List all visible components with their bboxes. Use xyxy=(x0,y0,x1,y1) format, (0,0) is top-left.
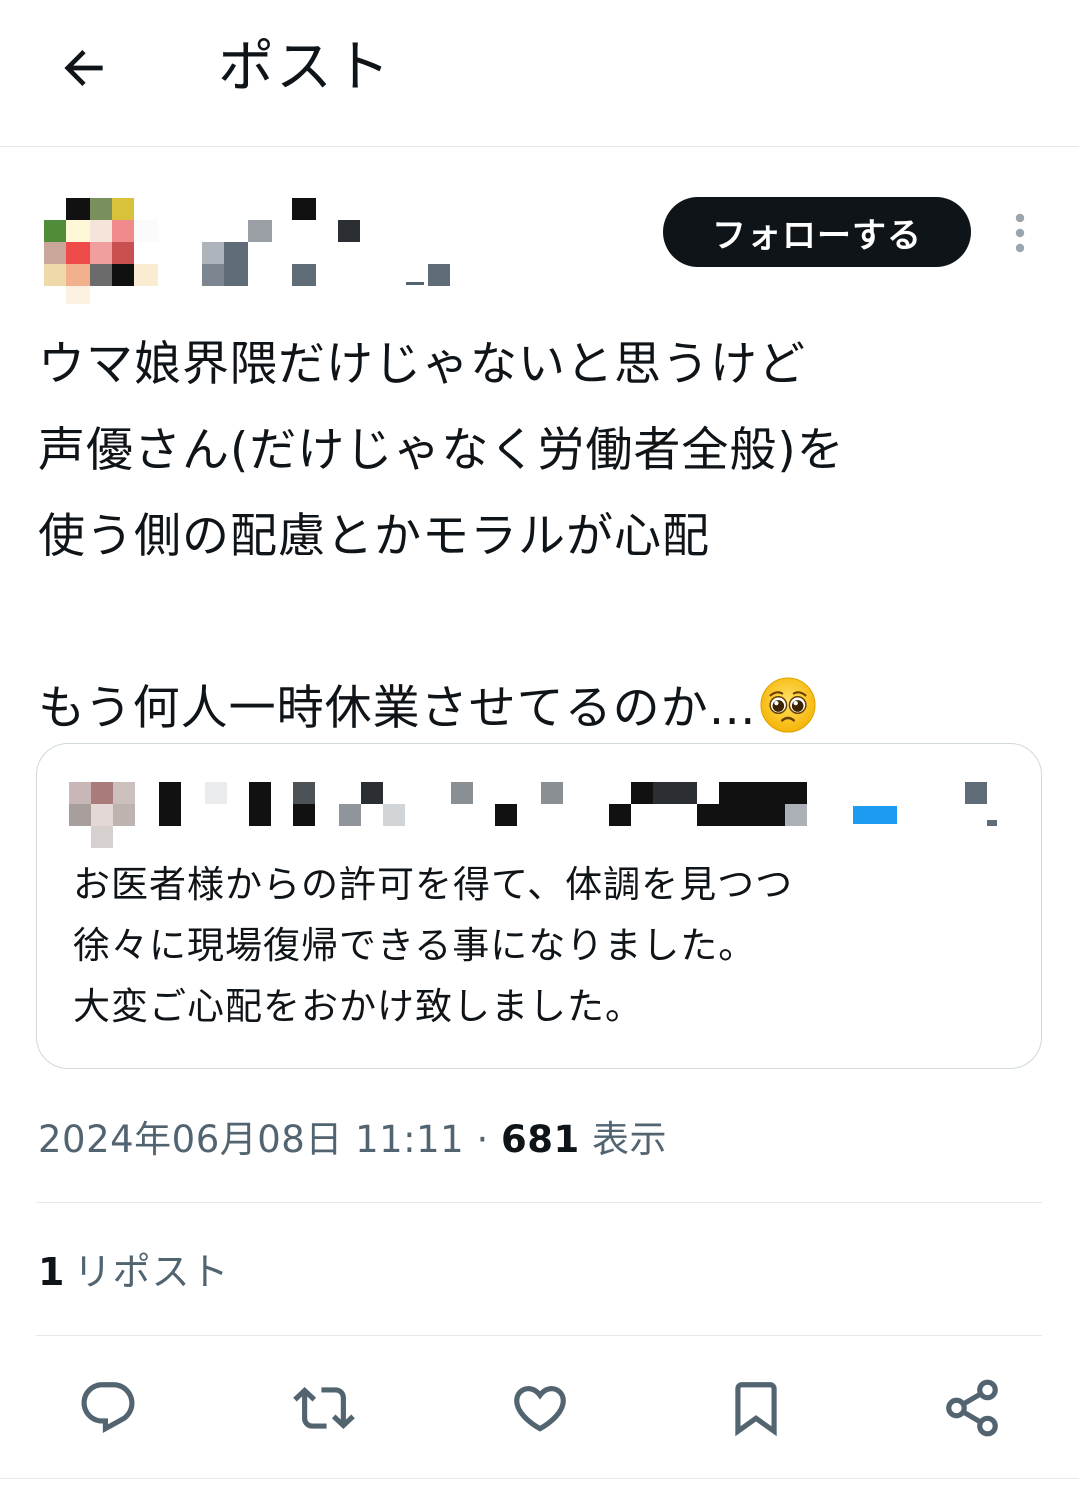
pleading-face-emoji xyxy=(760,677,816,733)
more-vertical-icon xyxy=(1015,213,1025,253)
repost-stats[interactable]: 1 リポスト xyxy=(38,1240,229,1304)
share-button[interactable] xyxy=(936,1372,1008,1444)
post-meta: 2024年06月08日 11:11 · 681 表示 xyxy=(38,1110,667,1170)
more-options-button[interactable] xyxy=(998,205,1042,261)
views-label: 表示 xyxy=(592,1118,668,1161)
page-title: ポスト xyxy=(218,35,392,100)
quoted-author-avatar xyxy=(69,782,135,848)
divider xyxy=(0,1478,1079,1479)
repost-count: 1 xyxy=(38,1250,66,1294)
share-icon xyxy=(946,1379,998,1437)
top-bar: ポスト xyxy=(0,0,1079,147)
post-body: ウマ娘界隈だけじゃないと思うけど 声優さん(だけじゃなく労働者全般)を 使う側の… xyxy=(38,337,845,736)
repost-button[interactable] xyxy=(288,1372,360,1444)
quoted-post-text: お医者様からの許可を得て、体調を見つつ 徐々に現場復帰できる事になりました。 大… xyxy=(73,863,794,1028)
arrow-left-icon xyxy=(64,50,103,86)
bookmark-icon xyxy=(735,1382,777,1437)
like-button[interactable] xyxy=(504,1372,576,1444)
repost-icon xyxy=(293,1387,355,1429)
divider xyxy=(36,1335,1042,1336)
post-datetime[interactable]: 2024年06月08日 11:11 xyxy=(38,1118,464,1161)
author-avatar[interactable] xyxy=(44,198,158,304)
author-name[interactable] xyxy=(200,196,460,292)
quoted-post[interactable]: お医者様からの許可を得て、体調を見つつ 徐々に現場復帰できる事になりました。 大… xyxy=(36,743,1042,1069)
quoted-author-name xyxy=(157,782,1017,828)
bookmark-button[interactable] xyxy=(720,1372,792,1444)
repost-label: リポスト xyxy=(73,1250,230,1294)
post-text: ウマ娘界隈だけじゃないと思うけど 声優さん(だけじゃなく労働者全般)を 使う側の… xyxy=(38,322,1048,752)
meta-separator: · xyxy=(476,1118,489,1161)
reply-button[interactable] xyxy=(72,1372,144,1444)
follow-button[interactable]: フォローする xyxy=(663,197,971,267)
back-button[interactable] xyxy=(48,32,120,104)
reply-icon xyxy=(81,1382,135,1434)
divider xyxy=(36,1202,1042,1203)
views-count: 681 xyxy=(501,1118,580,1161)
verified-badge xyxy=(853,806,897,824)
heart-icon xyxy=(514,1386,566,1432)
